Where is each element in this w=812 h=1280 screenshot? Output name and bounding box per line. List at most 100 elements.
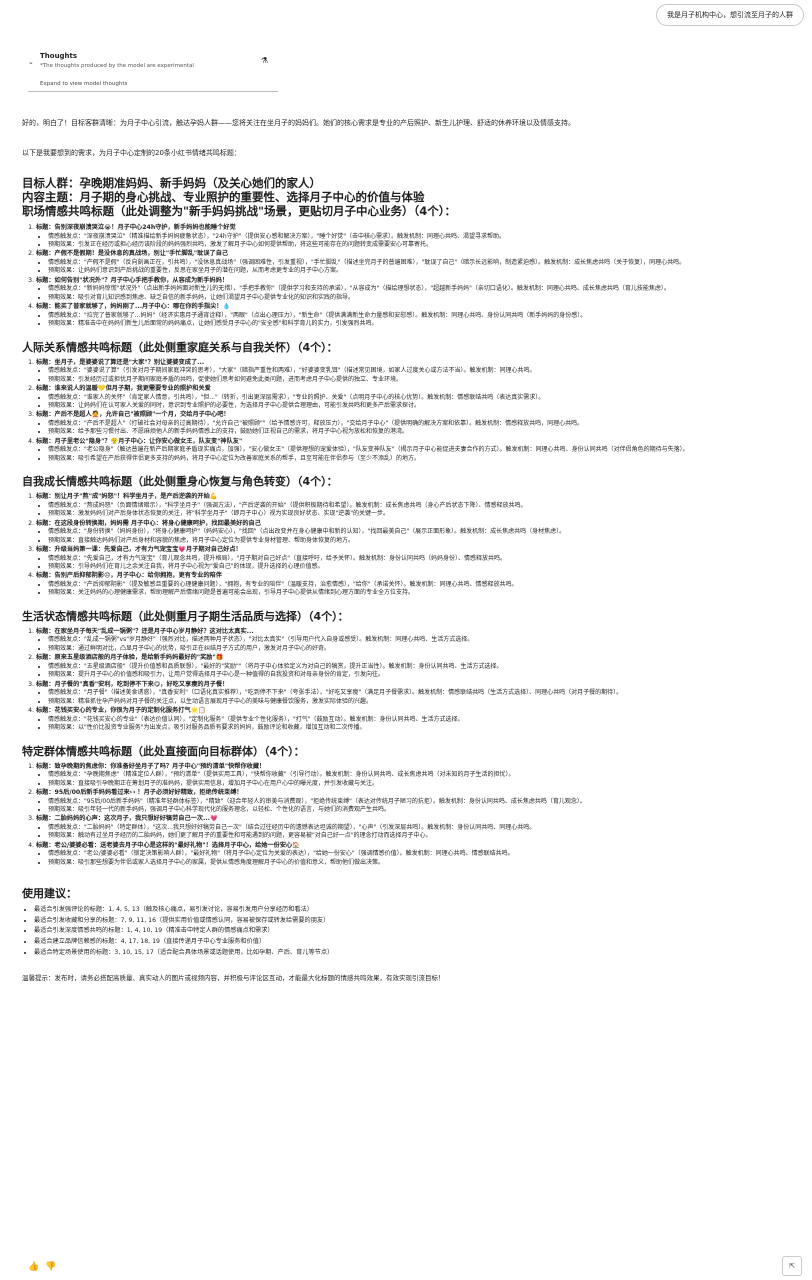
response-content: 好的，明白了！目标客群清晰：为月子中心引流，触达孕妈人群——您将关注在坐月子的妈…	[22, 118, 802, 982]
expected-effect: 预期效果：以"性价比投资专业服务"为出发点，吸引对服务品质有要求的妈妈，鼓励评论…	[48, 724, 802, 732]
trigger-point: 情感触发点："95后/00后新手妈妈"（精准年轻群体标签），"精致"（迎合年轻人…	[48, 798, 802, 806]
section1-heading: 职场情感共鸣标题（此处调整为"新手妈妈挑战"场景，更贴切月子中心业务）（4个）：	[22, 204, 456, 218]
expand-corner-icon[interactable]: ⇱	[782, 1256, 802, 1276]
trigger-point: 情感触发点："熬成妈怒"（负面情绪暗示），"科学坐月子"（强调方法），"产后逆袭…	[48, 502, 802, 510]
detail-list: 情感触发点："深夜崩溃哭泣"（精准描绘新手妈妈疲惫状态），"24h守护"（提供安…	[36, 233, 802, 250]
expected-effect: 预期效果：引导妈妈们在育儿之余关注自我，将月子中心视为"爱自己"的体现，提升选择…	[48, 563, 802, 571]
chevron-down-icon[interactable]: ⌄	[28, 58, 40, 66]
trigger-point: 情感触发点："深夜崩溃哭泣"（精准描绘新手妈妈疲惫状态），"24h守护"（提供安…	[48, 233, 802, 241]
title-sections: 标题：告别深夜崩溃哭泣😭！月子中心24h守护，新手妈妈也能睡个好觉情感触发点："…	[22, 224, 802, 867]
response-header: 目标人群：孕晚期准妈妈、新手妈妈（及关心她们的家人） 内容主题：月子期的身心挑战…	[22, 176, 802, 218]
title-text: 标题：致孕晚期的焦虑你：你准备好坐月子了吗？月子中心"预约清单"快帮你收藏！	[36, 762, 266, 770]
section-heading: 人际关系情感共鸣标题（此处侧重家庭关系与自我关怀）（4个）：	[22, 340, 338, 354]
thoughts-panel[interactable]: ⌄ Thoughts *The thoughts produced by the…	[28, 52, 278, 92]
expected-effect: 预期效果：精准击中在妈妈们新生儿后面常的妈妈痛点，让她们感受月子中心的"安全感"…	[48, 320, 802, 328]
title-text: 标题：告别深夜崩溃哭泣😭！月子中心24h守护，新手妈妈也能睡个好觉	[36, 224, 236, 231]
expected-effect: 预期效果：吸引年轻一代的新手妈妈，强调月子中心科学现代化的服务理念，以轻松、个性…	[48, 806, 802, 814]
expected-effect: 预期效果：吸引那些想要为伴侣或家人选择月子中心的家属，提供从情感角度理解月子中心…	[48, 859, 802, 867]
list-item: 标题：二胎妈妈的心声：这次月子，我只想好好犒劳自己一次...💗情感触发点："二胎…	[36, 815, 802, 840]
title-text: 标题：花钱买安心的专业，你很为月子的定制化服务打气🌟📋	[36, 707, 207, 715]
expected-effect: 预期效果：引发经历过或担忧月子期间家庭矛盾的共鸣，促使她们思考如何避免此类问题，…	[48, 376, 802, 384]
thoughts-subtitle: *The thoughts produced by the model are …	[40, 63, 194, 69]
detail-list: 情感触发点："产后抑郁阴影"（提及敏感且重要的心理健康问题），"拥抱，有专业的陪…	[36, 581, 802, 598]
list-item: 标题：老公/婆婆必看：送老婆去月子中心是这样的"最好礼物"！选择月子中心，给她一…	[36, 842, 802, 867]
usage-list: 最适合引发强评论的标题：1, 4, 5, 13（触及核心痛点，易引发讨论，容易引…	[22, 905, 802, 958]
list-item: 标题：产后不是超人🙅，允许自己"被照顾"一个月，交给月子中心吧！情感触发点："产…	[36, 411, 802, 436]
detail-list: 情感触发点："熬成妈怒"（负面情绪暗示），"科学坐月子"（强调方法），"产后逆袭…	[36, 502, 802, 519]
title-list: 标题：在家坐月子每天"乱成一锅粥"？还是月子中心岁月静好？这对比太真实...情感…	[22, 628, 802, 733]
title-text: 标题：谁来说人的温暖💛但月子期，我更需要专业的照护和关爱	[36, 385, 211, 393]
detail-list: 情感触发点："谁家人的关怀"（肯定家人情意，引共鸣），"但..."（转折，引出更…	[36, 394, 802, 411]
thumbs-up-icon[interactable]: 👍	[28, 1262, 45, 1272]
list-item: 标题：致孕晚期的焦虑你：你准备好坐月子了吗？月子中心"预约清单"快帮你收藏！情感…	[36, 763, 802, 788]
title-text: 标题：产假不是假期！是没休息的真战场，别让"手忙脚乱"耽误了自己	[36, 250, 229, 258]
trigger-point: 情感触发点："花钱买安心的专业"（表达价值认同），"定制化服务"（提供专业个性化…	[48, 716, 802, 724]
title-text: 标题：坐月子，是婆婆说了算还是"大家"？别让婆婆变成了...	[36, 358, 205, 366]
expand-thoughts-link[interactable]: Expand to view model thoughts	[40, 81, 278, 87]
trigger-point: 情感触发点："乱成一锅粥"vs"岁月静好"（强烈对比，描述两种月子状态），"对比…	[48, 636, 802, 644]
detail-list: 情感触发点："老公/婆婆必看"（锁定决策影响人群），"最好礼物"（将月子中心定位…	[36, 850, 802, 867]
detail-list: 情感触发点："老公隐身"（触达普遍在新产后期家庭矛盾现实痛点，加强），"安心做女…	[36, 446, 802, 463]
section-heading: 特定群体情感共鸣标题（此处直接面向目标群体）（4个）：	[22, 744, 305, 758]
detail-list: 情感触发点："孕晚期焦虑"（精准定位人群），"预约清单"（提供实用工具），"快帮…	[36, 771, 802, 788]
expected-effect: 预期效果：直接吸引孕晚期正在筹划月子的准妈妈，提供实用信息，增加月子中心在用户心…	[48, 780, 802, 788]
detail-list: 情感触发点："二胎妈妈"（特定群体），"这次...我只想好好犒劳自己一次"（结合…	[36, 824, 802, 841]
usage-item: 最适合引发深度情感共鸣的标题：1, 4, 10, 19（精准击中特定人群的情感痛…	[34, 926, 802, 937]
title-text: 标题：老公/婆婆必看：送老婆去月子中心是这样的"最好礼物"！选择月子中心，给她一…	[36, 841, 300, 849]
feedback-bar: 👍👎	[28, 1262, 62, 1272]
list-item: 标题：能买了普家就够了，妈妈刚了...月子中心：哪在你的手指尖！💧情感触发点："…	[36, 303, 802, 328]
expected-effect: 预期效果：关注妈妈的心理健康需求，帮助理解产后情绪问题是普遍可能会出现，引导月子…	[48, 589, 802, 597]
title-text: 标题：别让月子"熬"成"妈怒"！科学坐月子，是产后逆袭的开始💪	[36, 493, 218, 501]
title-list: 标题：别让月子"熬"成"妈怒"！科学坐月子，是产后逆袭的开始💪情感触发点："熬成…	[22, 493, 802, 598]
list-item: 标题：产假不是假期！是没休息的真战场，别让"手忙脚乱"耽误了自己情感触发点："产…	[36, 250, 802, 275]
list-item: 标题：如何告别"状况外"？月子中心手把手教你，从容成为新手妈妈！情感触发点："新…	[36, 277, 802, 302]
intro-text: 好的，明白了！目标客群清晰：为月子中心引流，触达孕妈人群——您将关注在坐月子的妈…	[22, 119, 575, 127]
trigger-point: 情感触发点："新妈妈惊慌"状况外"（点出新手妈妈面对新生儿的无措），"手把手教你…	[48, 285, 802, 293]
thoughts-divider	[28, 91, 278, 92]
expected-effect: 预期效果：吸引希望在产后获得伴侣更多支持的妈妈，将月子中心定位为改善家庭关系的帮…	[48, 455, 802, 463]
detail-list: 情感触发点："95后/00后新手妈妈"（精准年轻群体标签），"精致"（迎合年轻人…	[36, 798, 802, 815]
title-list: 标题：致孕晚期的焦虑你：你准备好坐月子了吗？月子中心"预约清单"快帮你收藏！情感…	[22, 763, 802, 868]
list-item: 标题：原来五星级酒店般的月子体验，是给新手妈妈最好的"奖励"🎁情感触发点："五星…	[36, 654, 802, 679]
list-item: 标题：谁来说人的温暖💛但月子期，我更需要专业的照护和关爱情感触发点："谁家人的关…	[36, 385, 802, 410]
list-item: 标题：别让月子"熬"成"妈怒"！科学坐月子，是产后逆袭的开始💪情感触发点："熬成…	[36, 493, 802, 518]
detail-list: 情感触发点："乱成一锅粥"vs"岁月静好"（强烈对比，描述两种月子状态），"对比…	[36, 636, 802, 653]
title-text: 标题：二胎妈妈的心声：这次月子，我只想好好犒劳自己一次...💗	[36, 815, 218, 823]
trigger-point: 情感触发点："拉完了普家就够了...妈妈"（经济实惠月子通宵诠释），"两眼"（点…	[48, 312, 802, 320]
thumbs-down-icon[interactable]: 👎	[45, 1262, 62, 1272]
expected-effect: 预期效果：让妈妈们意识到产后挑战的重要性，反思在家坐月子的潜在问题，从而考虑更专…	[48, 267, 802, 275]
list-item: 标题：告别深夜崩溃哭泣😭！月子中心24h守护，新手妈妈也能睡个好觉情感触发点："…	[36, 224, 802, 249]
detail-list: 情感触发点："新妈妈惊慌"状况外"（点出新手妈妈面对新生儿的无措），"手把手教你…	[36, 285, 802, 302]
expected-effect: 预期效果：让妈妈们在认可家人关爱的同时，意识到专业照护的必要性，为选择月子中心提…	[48, 402, 802, 410]
detail-list: 情感触发点："花钱买安心的专业"（表达价值认同），"定制化服务"（提供专业个性化…	[36, 716, 802, 733]
flask-icon: ⚗	[261, 56, 269, 65]
title-text: 标题：告别产后抑郁阴影😞，月子中心：给你拥抱，更有专业的陪伴	[36, 572, 222, 580]
expected-effect: 预期效果：直接触达妈妈们对产后身材和容貌的焦虑，将月子中心定位为提供专业身材管理…	[48, 537, 802, 545]
expected-effect: 预期效果：提升月子中心的价值感和吸引力，让用户觉得选择月子中心是一种值得的自我投…	[48, 671, 802, 679]
tip-text: 温馨提示：发布时，请务必搭配高质量、真实动人的图片或视频内容，并积极与评论区互动…	[22, 974, 445, 983]
usage-item: 最适合引发收藏和分享的标题：7, 9, 11, 16（提供实用价值或情感认同，容…	[34, 916, 802, 927]
intro-text-2: 以下是我要想到的需求，为月子中心定制的20条小红书情绪共鸣标题：	[22, 149, 241, 157]
list-item: 标题：升级当妈第一课：先爱自己，才有力气宠宝宝💗月子期对自己好点！情感触发点："…	[36, 546, 802, 571]
theme-line: 内容主题：月子期的身心挑战、专业照护的重要性、选择月子中心的价值与体验	[22, 190, 425, 204]
user-message-bubble: 我是月子机构中心，想引流至月子的人群	[656, 4, 804, 26]
expected-effect: 预期效果：触动有过坐月子经历的二胎妈妈，她们更了解月子的重要性和可能遇到的问题，…	[48, 832, 802, 840]
detail-list: 情感触发点："婆婆说了算"（引发对月子期间家庭冲突的思考），"大家"（暗指严重性…	[36, 367, 802, 384]
list-item: 标题：在家坐月子每天"乱成一锅粥"？还是月子中心岁月静好？这对比太真实...情感…	[36, 628, 802, 653]
trigger-point: 情感触发点："身份转换"（妈妈身份），"将身心健康呵护"（妈妈安心），"找回"（…	[48, 528, 802, 536]
list-item: 标题：月子餐的"真香"安利，吃到停不下来😋，好吃又享瘦的月子餐！情感触发点："月…	[36, 681, 802, 706]
usage-item: 最适合引发强评论的标题：1, 4, 5, 13（触及核心痛点，易引发讨论，容易引…	[34, 905, 802, 916]
audience-line: 目标人群：孕晚期准妈妈、新手妈妈（及关心她们的家人）	[22, 176, 321, 190]
usage-item: 最适合建立品牌信赖感的标题：4, 17, 18, 19（直接传递月子中心专业服务…	[34, 937, 802, 948]
trigger-point: 情感触发点："老公/婆婆必看"（锁定决策影响人群），"最好礼物"（将月子中心定位…	[48, 850, 802, 858]
list-item: 标题：告别产后抑郁阴影😞，月子中心：给你拥抱，更有专业的陪伴情感触发点："产后抑…	[36, 572, 802, 597]
title-text: 标题：原来五星级酒店般的月子体验，是给新手妈妈最好的"奖励"🎁	[36, 654, 224, 662]
expected-effect: 预期效果：通过鲜明对比，凸显月子中心的优势，吸引正在纠结月子方式的用户，激发对月…	[48, 645, 802, 653]
trigger-point: 情感触发点："谁家人的关怀"（肯定家人情意，引共鸣），"但..."（转折，引出更…	[48, 394, 802, 402]
usage-item: 最适合特定场景使用的标题：3, 10, 15, 17（适合配合具体场景或话题使用…	[34, 948, 802, 959]
detail-list: 情感触发点："五星级酒店般"（提升价值感和品质联想），"最好的"奖励""（将月子…	[36, 663, 802, 680]
detail-list: 情感触发点："身份转换"（妈妈身份），"将身心健康呵护"（妈妈安心），"找回"（…	[36, 528, 802, 545]
expected-effect: 预期效果：给予那些习惯付出、不愿麻烦他人的新手妈妈情感上的支持，鼓励她们正视自己…	[48, 428, 802, 436]
list-item: 标题：坐月子，是婆婆说了算还是"大家"？别让婆婆变成了...情感触发点："婆婆说…	[36, 359, 802, 384]
list-item: 标题：花钱买安心的专业，你很为月子的定制化服务打气🌟📋情感触发点："花钱买安心的…	[36, 707, 802, 732]
